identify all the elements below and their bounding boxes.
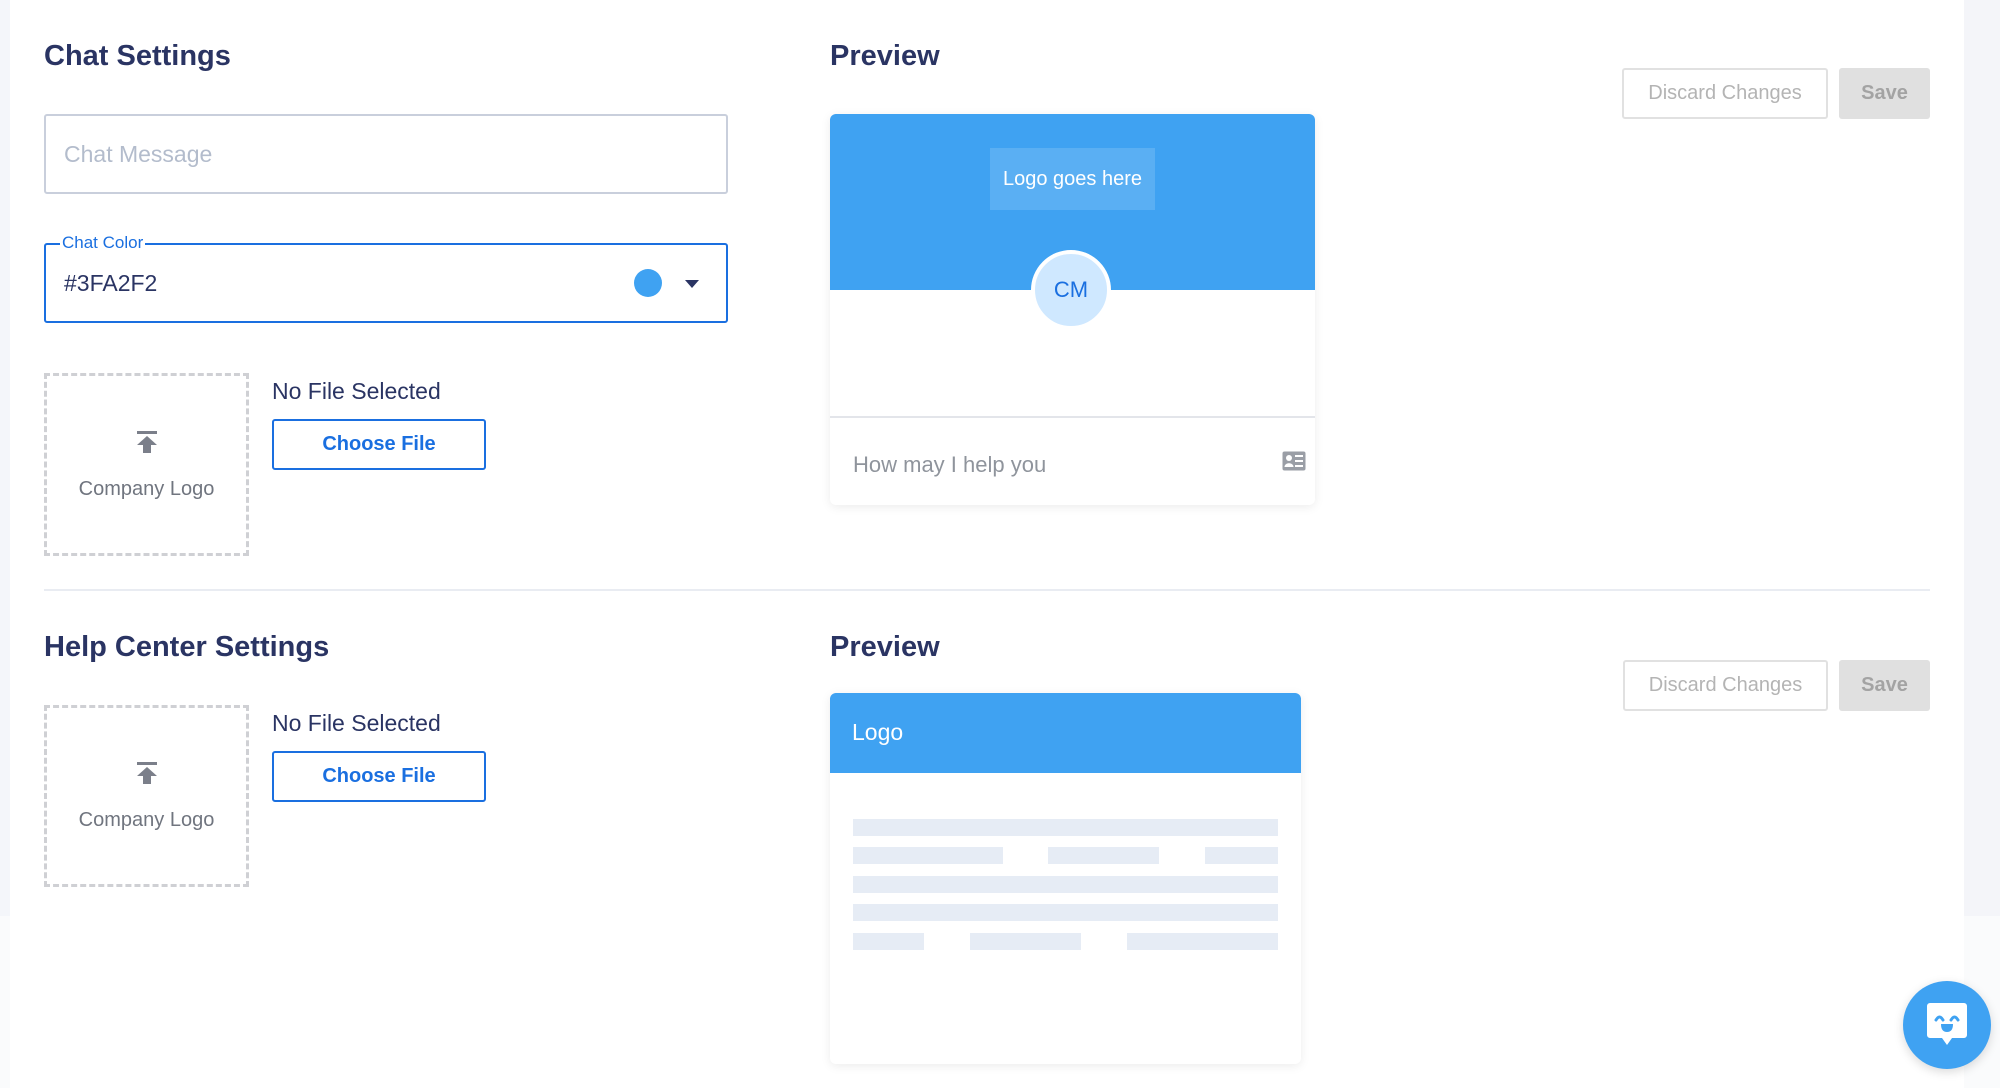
company-logo-dropzone[interactable]: Company Logo <box>44 373 249 556</box>
chat-discard-changes-button[interactable]: Discard Changes <box>1622 68 1828 119</box>
skeleton-line <box>1127 933 1278 950</box>
skeleton-line <box>853 904 1278 921</box>
chat-color-value: #3FA2F2 <box>64 270 158 296</box>
company-logo-label: Company Logo <box>78 478 215 500</box>
chat-preview-input-placeholder: How may I help you <box>853 452 1047 477</box>
smiling-chat-bubble-icon <box>1927 1003 1967 1045</box>
help-center-preview-card: Logo <box>830 693 1301 1064</box>
logo-placeholder: Logo goes here <box>990 148 1155 210</box>
skeleton-line <box>1048 847 1159 864</box>
skeleton-line <box>853 933 924 950</box>
color-swatch-icon[interactable] <box>634 269 662 297</box>
help-center-settings-title: Help Center Settings <box>44 631 330 663</box>
choose-file-button[interactable]: Choose File <box>272 419 486 470</box>
skeleton-line <box>853 819 1278 836</box>
chat-preview-divider <box>830 416 1315 418</box>
caret-down-icon[interactable] <box>685 280 699 288</box>
company-logo-label: Company Logo <box>78 809 215 831</box>
left-gutter <box>0 0 10 916</box>
file-status-text: No File Selected <box>272 378 441 404</box>
help-center-preview-title: Preview <box>830 631 940 663</box>
contact-card-icon <box>1282 451 1306 471</box>
file-status-text: No File Selected <box>272 710 441 736</box>
skeleton-line <box>853 847 1003 864</box>
help-center-header-logo: Logo <box>852 719 904 745</box>
help-center-save-button[interactable]: Save <box>1839 660 1930 711</box>
upload-icon <box>136 762 157 784</box>
help-center-logo-dropzone[interactable]: Company Logo <box>44 705 249 887</box>
chat-save-button[interactable]: Save <box>1839 68 1930 119</box>
chat-color-label: Chat Color <box>60 232 146 254</box>
skeleton-line <box>1205 847 1278 864</box>
chat-preview-card: Logo goes here CM How may I help you <box>830 114 1315 505</box>
chat-message-input[interactable] <box>44 114 728 194</box>
chat-widget-button[interactable] <box>1903 981 1991 1069</box>
skeleton-line <box>853 876 1278 893</box>
chat-color-select[interactable]: Chat Color #3FA2F2 <box>44 232 728 323</box>
chat-preview-title: Preview <box>830 40 940 72</box>
right-scroll-gutter[interactable] <box>1964 0 2000 916</box>
help-center-discard-changes-button[interactable]: Discard Changes <box>1623 660 1828 711</box>
avatar-initials: CM <box>1053 277 1089 302</box>
upload-icon <box>136 431 157 453</box>
section-divider <box>44 589 1930 591</box>
chat-settings-title: Chat Settings <box>44 40 231 72</box>
skeleton-line <box>970 933 1081 950</box>
left-gutter-bottom <box>0 916 10 1088</box>
choose-file-button[interactable]: Choose File <box>272 751 486 802</box>
avatar: CM <box>1031 250 1111 330</box>
